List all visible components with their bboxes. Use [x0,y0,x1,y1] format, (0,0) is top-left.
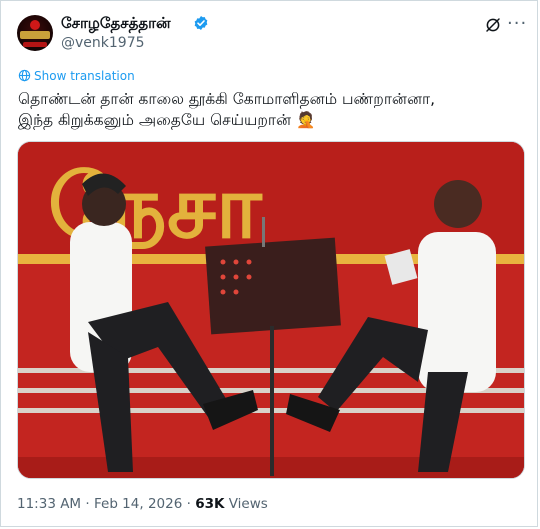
facepalm-emoji: 🤦 [295,111,316,129]
avatar-band [20,31,50,39]
tweet-card: சோழதேசத்தான் @venk1975 ··· Show translat… [0,0,538,527]
grok-icon[interactable] [484,16,502,34]
tweet-time[interactable]: 11:33 AM [17,496,81,512]
verified-badge-icon [194,16,208,30]
tweet-line-2: இந்த கிறுக்கனும் அதையே செய்யறான் [18,111,292,129]
tweet-line-1: தொண்டன் தான் காலை தூக்கி கோமாளிதனம் பண்ற… [18,90,436,108]
display-name[interactable]: சோழதேசத்தான் [61,13,171,33]
tweet-photo[interactable]: நேசா [17,141,525,479]
avatar-emblem [30,20,40,30]
avatar[interactable] [17,15,53,51]
photo-illustration: நேசா [18,142,524,478]
show-translation-link[interactable]: Show translation [18,68,135,84]
more-icon[interactable]: ··· [507,14,527,34]
show-translation-label: Show translation [34,69,135,83]
meta-separator-2: · [186,496,191,512]
meta-separator: · [85,496,90,512]
tweet-text: தொண்டன் தான் காலை தூக்கி கோமாளிதனம் பண்ற… [18,89,528,131]
tweet-date[interactable]: Feb 14, 2026 [94,496,182,512]
tweet-line-2-wrap: இந்த கிறுக்கனும் அதையே செய்யறான் 🤦 [18,110,528,131]
user-handle[interactable]: @venk1975 [61,34,145,52]
avatar-base [23,42,47,47]
views-label: Views [228,496,268,512]
views-count[interactable]: 63K [195,496,224,512]
translate-icon [18,69,31,82]
tweet-meta: 11:33 AM · Feb 14, 2026 · 63K Views [17,495,268,513]
